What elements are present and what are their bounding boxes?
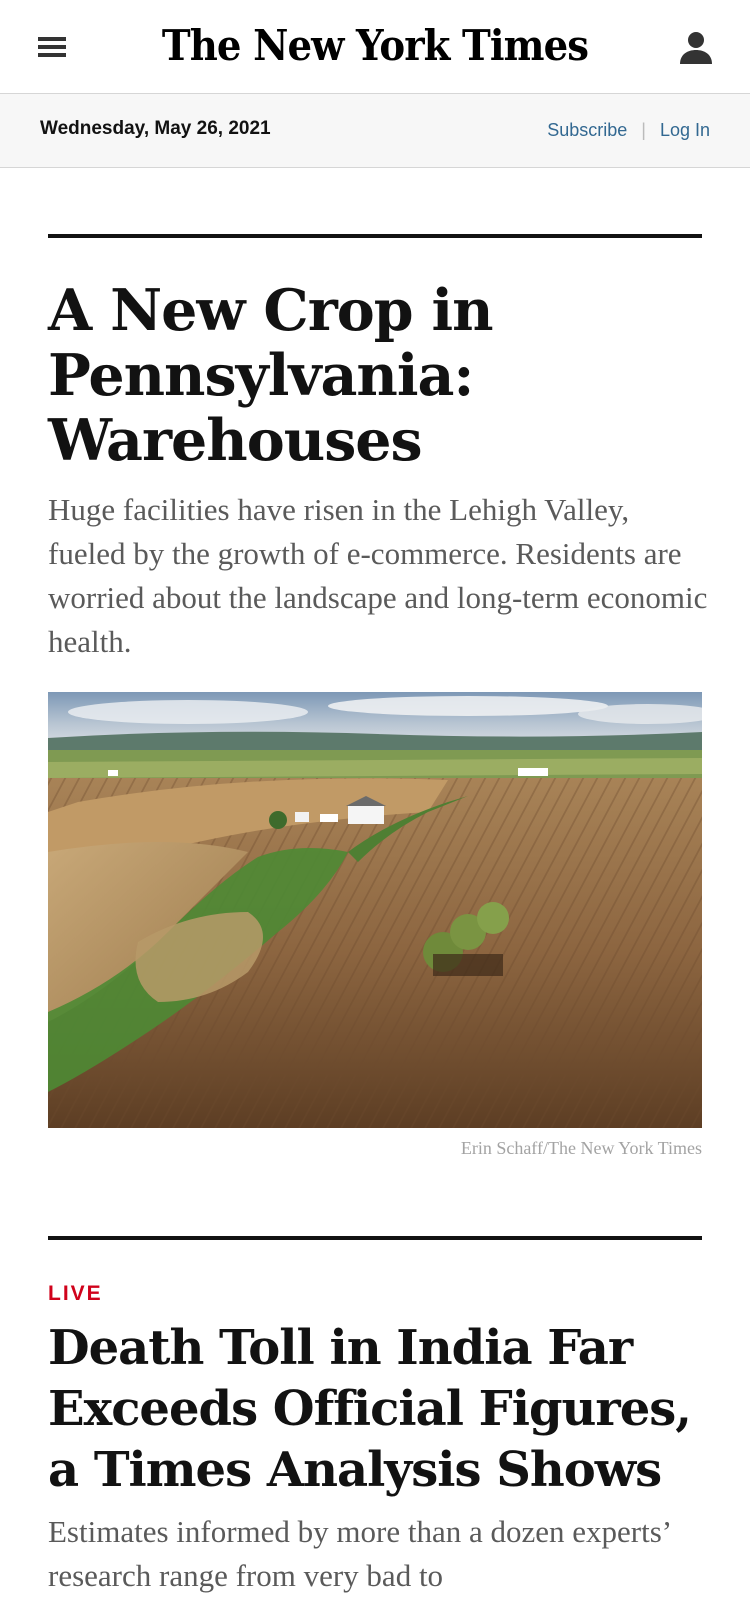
farmland-aerial-image: [48, 692, 702, 1128]
date-bar: Wednesday, May 26, 2021 Subscribe | Log In: [0, 94, 750, 168]
section-divider: [48, 1236, 702, 1240]
story-summary[interactable]: Huge facilities have risen in the Lehigh…: [48, 488, 708, 664]
login-link[interactable]: Log In: [660, 120, 710, 140]
photo-credit: Erin Schaff/The New York Times: [460, 1138, 702, 1158]
account-button[interactable]: [678, 28, 714, 68]
section-divider: [48, 234, 702, 238]
live-kicker: LIVE: [48, 1282, 103, 1305]
top-nav-bar: The New York Times: [0, 0, 750, 94]
current-date: Wednesday, May 26, 2021: [40, 118, 271, 139]
story-summary[interactable]: Estimates informed by more than a dozen …: [48, 1510, 708, 1598]
nyt-logo[interactable]: The New York Times: [30, 18, 720, 74]
story-headline[interactable]: A New Crop in Pennsylvania: Warehouses: [48, 278, 702, 473]
story-headline[interactable]: Death Toll in India Far Exceeds Official…: [48, 1318, 702, 1501]
story-photo[interactable]: [48, 692, 702, 1128]
auth-links: Subscribe | Log In: [547, 120, 710, 141]
subscribe-link[interactable]: Subscribe: [547, 120, 627, 140]
link-separator: |: [641, 120, 646, 140]
user-icon: [680, 32, 712, 64]
